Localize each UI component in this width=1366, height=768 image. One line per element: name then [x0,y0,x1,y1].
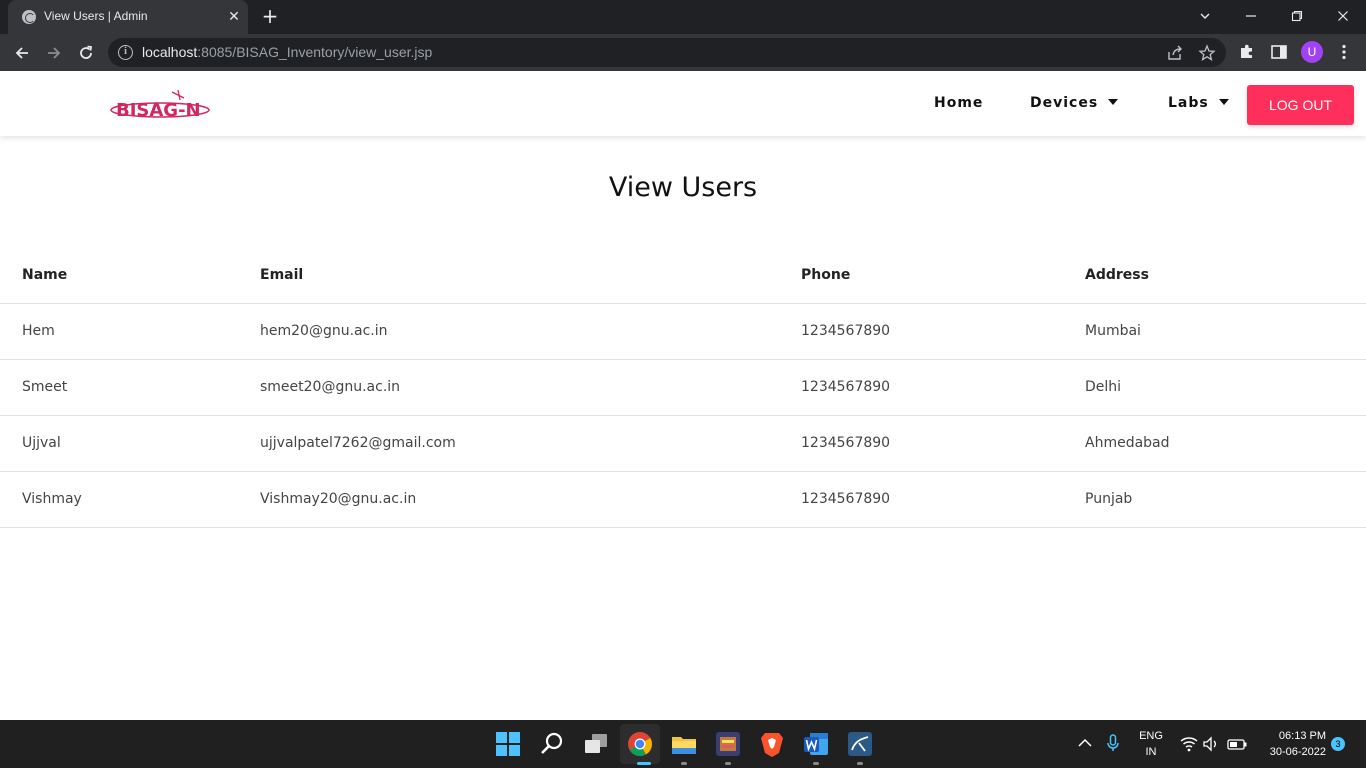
cell-email: hem20@gnu.ac.in [260,323,388,339]
search-icon[interactable] [537,729,567,759]
windows-start-icon[interactable] [493,729,523,759]
table-divider [0,471,1366,472]
nav-devices-dropdown[interactable]: Devices [1030,95,1119,111]
cell-email: ujjvalpatel7262@gmail.com [260,435,456,451]
clock-date[interactable]: 30-06-2022 [1256,746,1326,758]
share-icon[interactable] [1166,44,1184,62]
cell-phone: 1234567890 [801,379,891,395]
forward-arrow-icon[interactable] [41,40,67,66]
page-title: View Users [608,172,758,203]
page-content: BISAG-N Home Devices Labs LOG OUT View U… [0,71,1366,720]
tab-strip: View Users | Admin ✕ + [0,0,1366,34]
table-divider [0,303,1366,304]
cell-address: Punjab [1085,491,1133,507]
cell-phone: 1234567890 [801,323,891,339]
word-icon[interactable] [801,729,831,759]
language-indicator-eng[interactable]: ENG [1136,730,1166,742]
nav-home-link[interactable]: Home [934,95,983,111]
chrome-icon[interactable] [625,729,655,759]
reload-icon[interactable] [73,40,99,66]
explorer-running-indicator [681,762,687,765]
site-info-icon[interactable]: i [118,45,133,60]
minimize-icon[interactable] [1239,4,1263,28]
cell-email: smeet20@gnu.ac.in [260,379,401,395]
address-bar[interactable]: i localhost:8085/BISAG_Inventory/view_us… [108,38,1226,67]
cell-name: Hem [22,323,55,339]
browser-window: View Users | Admin ✕ + i localhost:8085/ [0,0,1366,71]
globe-icon [22,10,36,24]
cell-email: Vishmay20@gnu.ac.in [260,491,417,507]
cell-address: Mumbai [1085,323,1141,339]
task-view-icon[interactable] [581,729,611,759]
extensions-puzzle-icon[interactable] [1237,42,1259,64]
logo-wordmark: BISAG-N [116,100,201,121]
logout-button[interactable]: LOG OUT [1247,85,1354,125]
cell-name: Ujjval [22,435,61,451]
cell-address: Delhi [1085,379,1122,395]
notification-badge[interactable]: 3 [1331,737,1345,751]
site-navbar: BISAG-N Home Devices Labs LOG OUT [0,71,1366,136]
wifi-icon[interactable] [1179,734,1199,754]
cell-name: Vishmay [22,491,82,507]
caret-down-icon [1218,99,1229,105]
bisag-logo[interactable]: BISAG-N [110,88,216,122]
table-divider [0,359,1366,360]
close-window-icon[interactable] [1331,4,1355,28]
brave-browser-icon[interactable] [757,729,787,759]
back-arrow-icon[interactable] [9,40,35,66]
column-header-email[interactable]: Email [260,267,303,283]
windows-taskbar: ENG IN 06:13 PM 30-06-2022 [0,720,1366,768]
table-divider [0,527,1366,528]
mysql-workbench-icon[interactable] [845,729,875,759]
browser-tab-active[interactable]: View Users | Admin ✕ [8,0,248,34]
new-tab-button[interactable]: + [258,5,282,29]
cell-phone: 1234567890 [801,435,891,451]
cell-address: Ahmedabad [1085,435,1170,451]
side-panel-icon[interactable] [1269,42,1291,64]
show-hidden-icons-chevron-icon[interactable] [1075,733,1095,753]
table-divider [0,415,1366,416]
caret-down-icon [1108,99,1119,105]
clock-time[interactable]: 06:13 PM [1256,730,1326,742]
address-url[interactable]: localhost:8085/BISAG_Inventory/view_user… [142,44,432,60]
nav-labs-dropdown[interactable]: Labs [1168,95,1229,111]
column-header-address[interactable]: Address [1085,267,1149,283]
workbench-running-indicator [857,762,863,765]
battery-icon[interactable] [1226,734,1248,754]
tab-search-icon[interactable] [1193,4,1217,28]
profile-avatar[interactable]: U [1301,41,1323,63]
browser-toolbar: i localhost:8085/BISAG_Inventory/view_us… [0,34,1366,71]
restore-icon[interactable] [1285,4,1309,28]
browser-menu-icon[interactable] [1334,42,1356,64]
language-indicator-in[interactable]: IN [1136,746,1166,758]
bookmark-star-icon[interactable] [1198,44,1216,62]
chrome-running-indicator [637,762,651,765]
microphone-icon[interactable] [1103,733,1123,753]
tab-title: View Users | Admin [44,9,148,23]
app-launcher-icon[interactable] [713,729,743,759]
cell-name: Smeet [22,379,68,395]
cell-phone: 1234567890 [801,491,891,507]
column-header-phone[interactable]: Phone [801,267,850,283]
close-tab-icon[interactable]: ✕ [224,7,244,27]
column-header-name[interactable]: Name [22,267,67,283]
file-explorer-icon[interactable] [669,729,699,759]
word-running-indicator [813,762,819,765]
volume-icon[interactable] [1201,734,1221,754]
app-running-indicator [725,762,731,765]
